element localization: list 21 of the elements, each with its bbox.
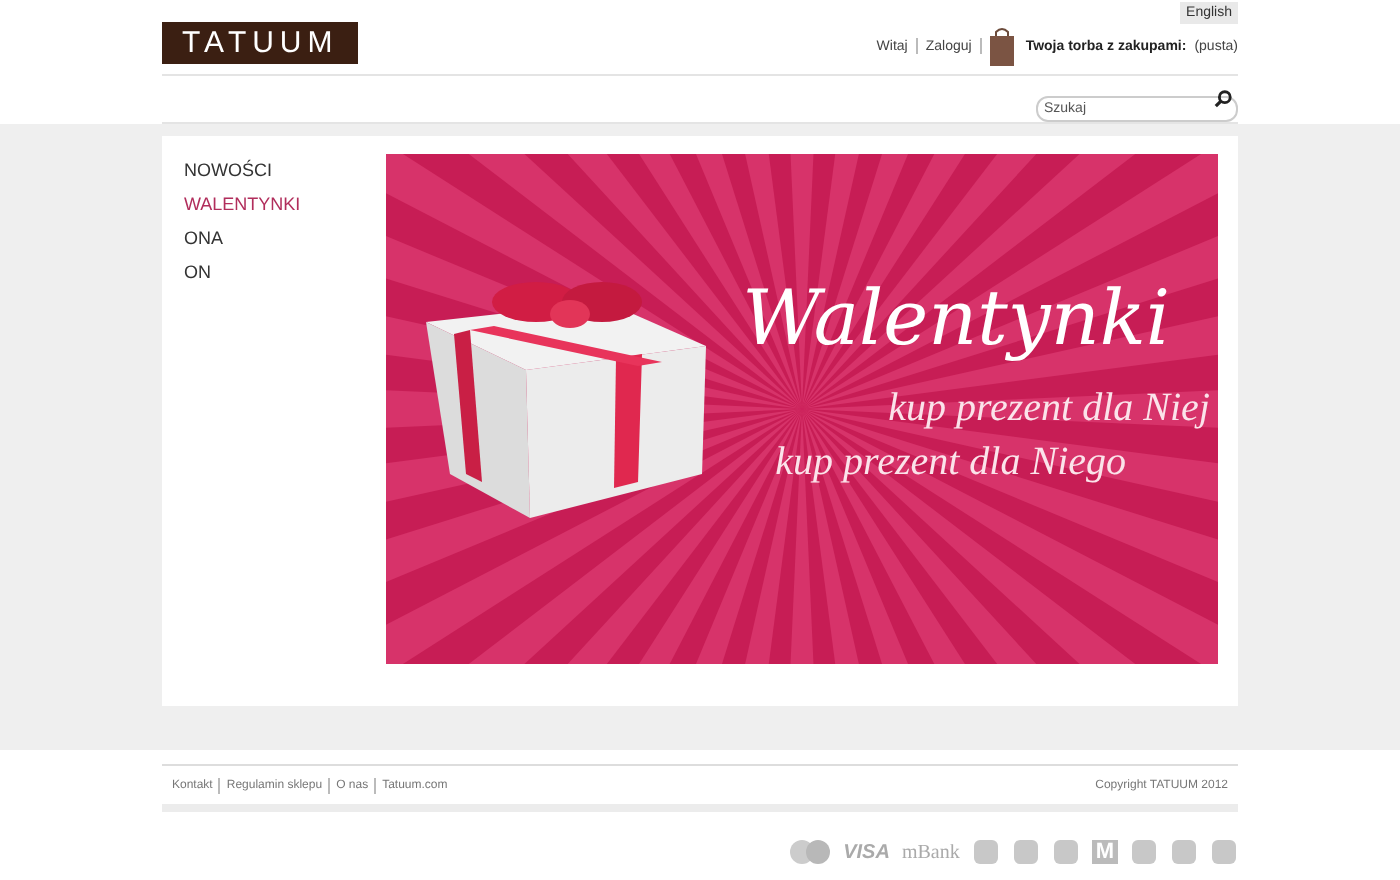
payment-logo: mBank [901,841,960,863]
menu-item[interactable]: WALENTYNKI [184,194,386,218]
payment-logo: M [1091,840,1118,864]
card-logo-icon [787,840,832,864]
brand-logo[interactable]: TATUUM [162,22,359,64]
payment-logo: VISA [843,841,890,863]
menu-item[interactable]: NOWOŚCI [184,160,386,184]
bank-logo-icon [1210,838,1238,866]
bank-logo-icon [971,838,1000,866]
menu-item[interactable]: ONA [184,228,386,252]
banner-title: Walentynki [742,274,1170,362]
shopping-bag-icon[interactable] [989,26,1014,66]
bank-logo-icon [1130,838,1158,866]
bank-logo-icon [1170,838,1198,866]
banner-tagline: kup prezent dla Niej [888,386,1210,432]
search-icon[interactable] [1214,90,1232,108]
banner-tagline: kup prezent dla Niego [775,440,1126,486]
bank-logo-icon [1051,838,1080,866]
menu-item[interactable]: ON [184,262,386,286]
promo-banner[interactable]: Walentynki kup prezent dla Niej kup prezent dla Niego [386,154,1218,664]
bank-logo-icon [1011,838,1040,866]
